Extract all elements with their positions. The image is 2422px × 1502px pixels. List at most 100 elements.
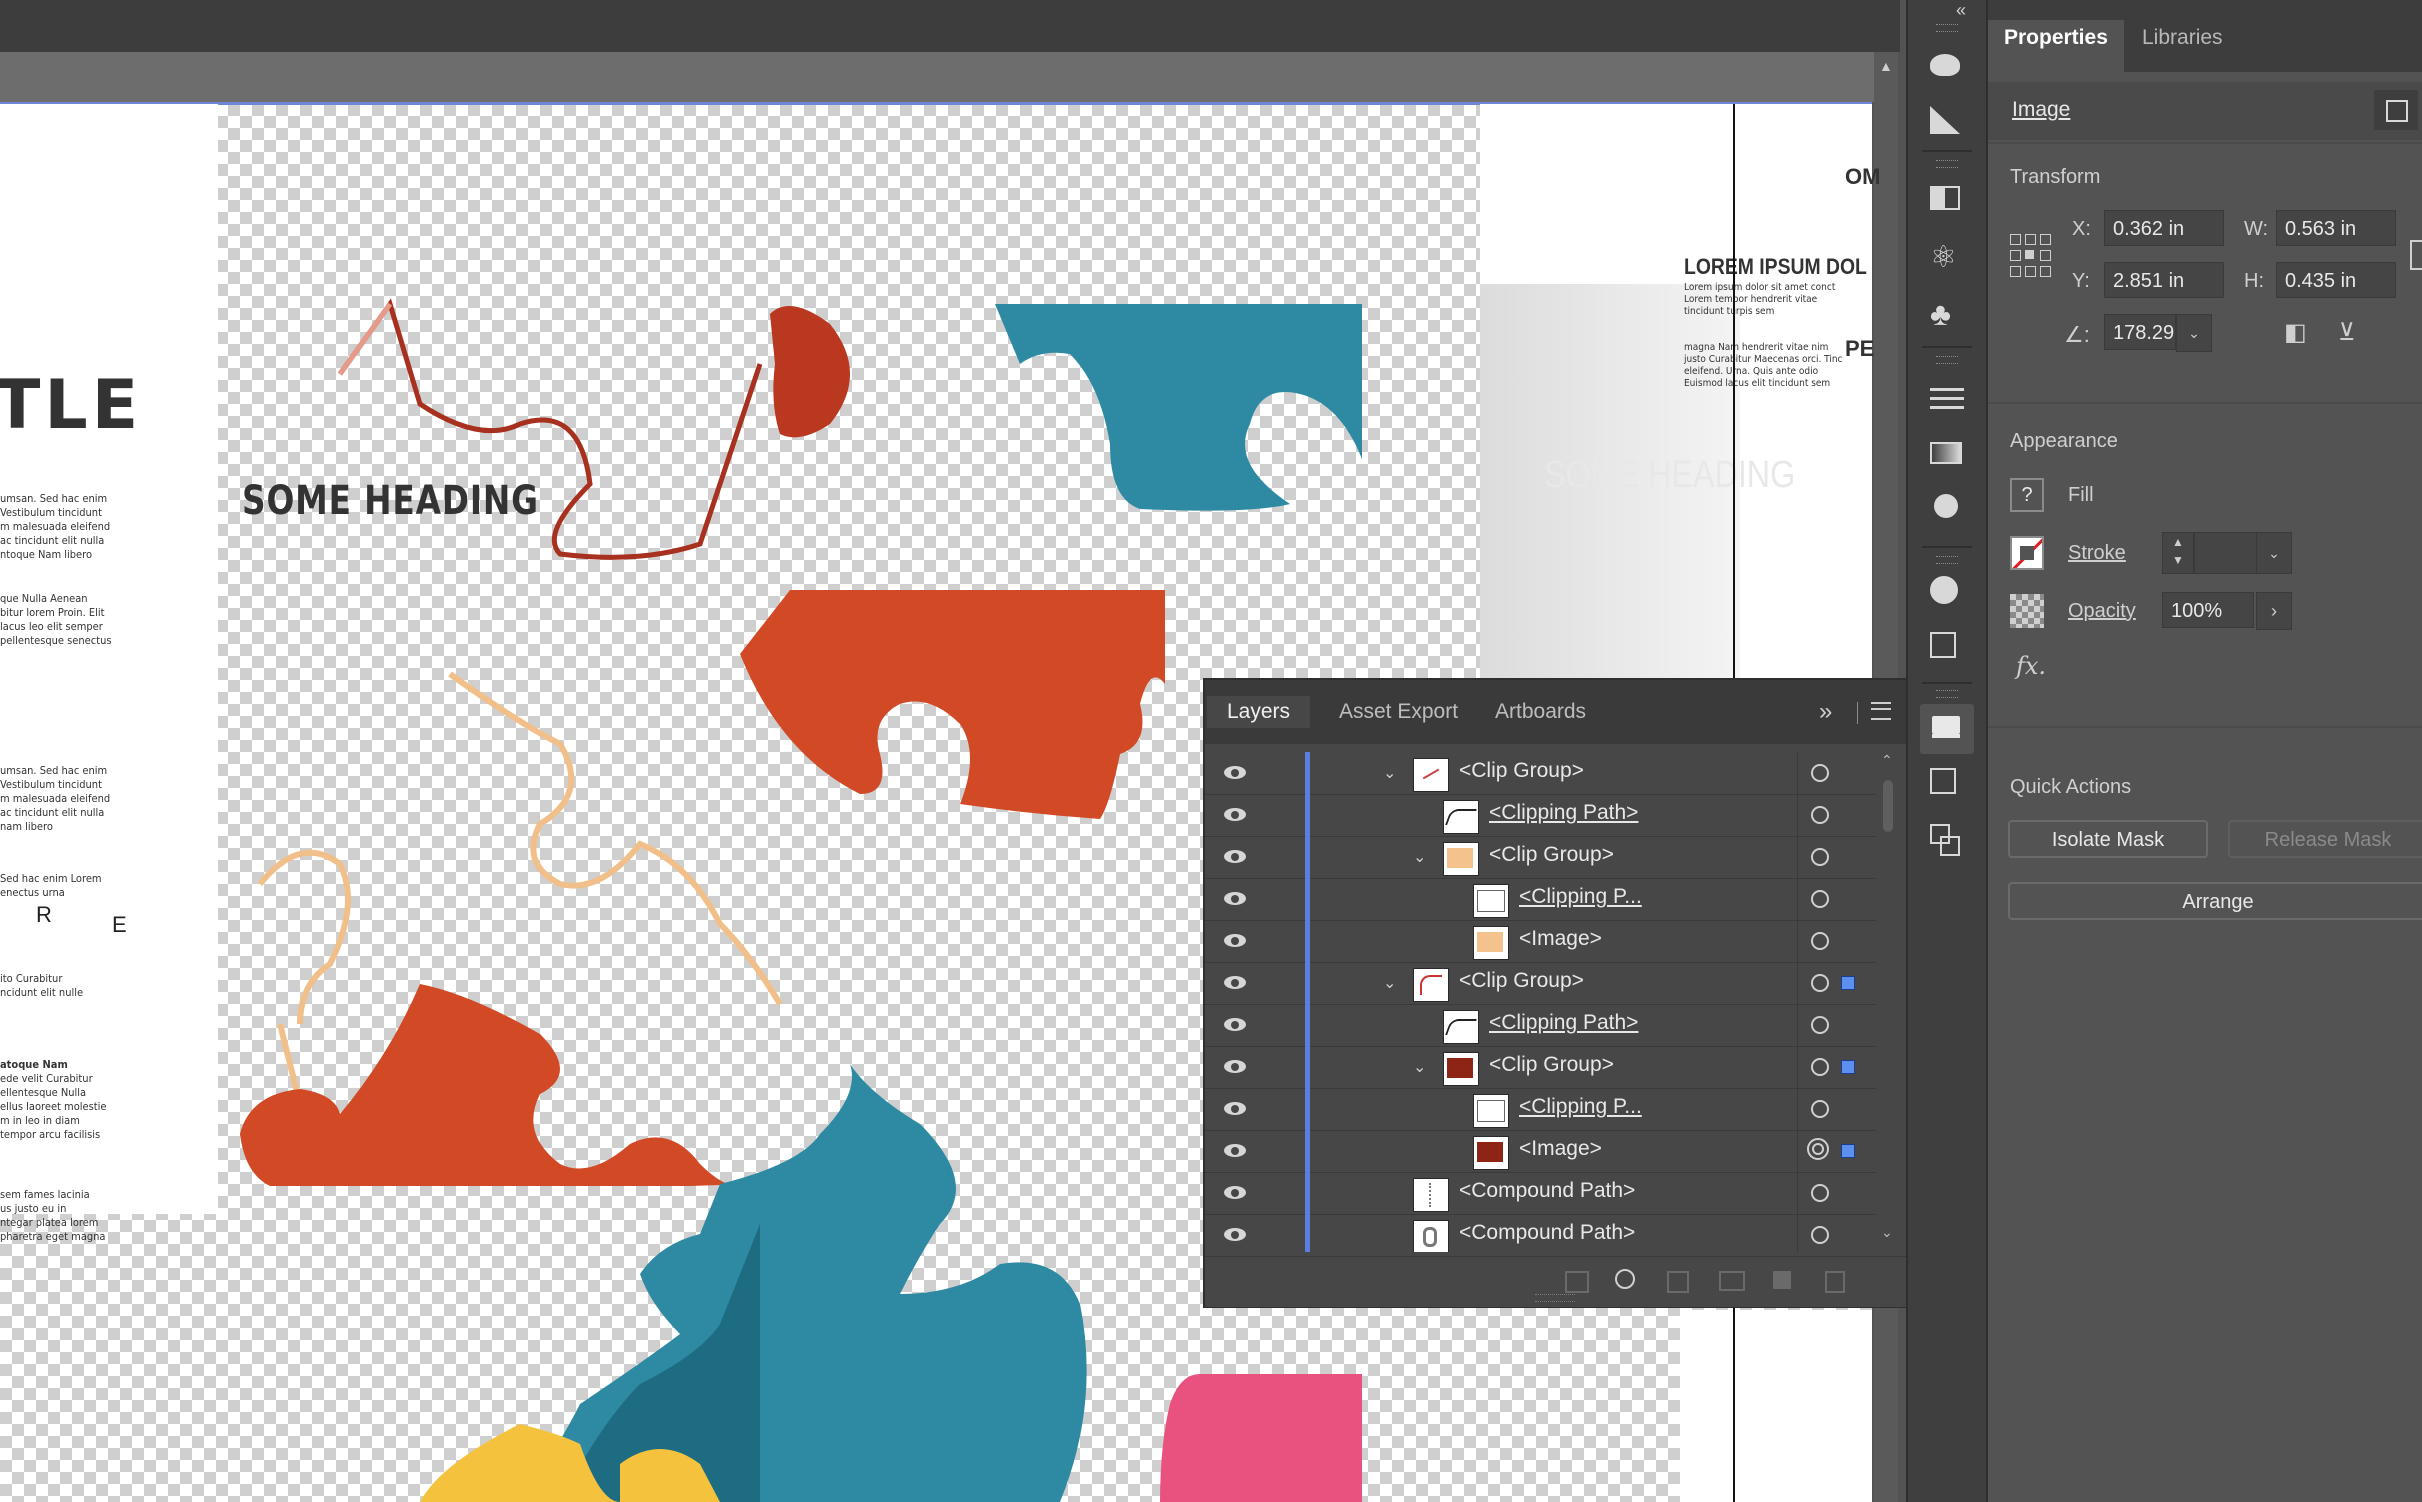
lock-column[interactable] (1263, 920, 1293, 962)
target-circle-icon[interactable] (1811, 1184, 1829, 1202)
selection-indicator[interactable] (1841, 1144, 1855, 1158)
export-icon[interactable] (1565, 1271, 1589, 1293)
x-field[interactable]: 0.362 in (2104, 210, 2224, 246)
lock-column[interactable] (1263, 1046, 1293, 1088)
h-field[interactable]: 0.435 in (2276, 262, 2396, 298)
target-indicator-icon[interactable] (1807, 1138, 1829, 1160)
layer-name[interactable]: <Image> (1519, 1137, 1602, 1161)
arrange-button[interactable]: Arrange (2008, 882, 2422, 920)
reference-point-icon[interactable] (2010, 234, 2051, 277)
panel-collapse-icon[interactable]: » (1819, 698, 1832, 726)
layers-panel-icon-active[interactable] (1920, 704, 1974, 754)
visibility-eye-icon[interactable] (1223, 1055, 1249, 1079)
layer-name[interactable]: <Clip Group> (1459, 759, 1584, 783)
visibility-eye-icon[interactable] (1223, 761, 1249, 785)
layer-name[interactable]: <Clip Group> (1489, 1053, 1614, 1077)
scroll-up-chevron-icon[interactable]: ⌃ (1881, 752, 1893, 769)
layer-row[interactable]: <Clipping P... (1205, 878, 1876, 921)
lock-column[interactable] (1263, 962, 1293, 1004)
swatches-icon[interactable] (1930, 186, 1964, 220)
opacity-field[interactable]: 100% (2162, 592, 2254, 628)
new-layer-icon[interactable] (1773, 1271, 1791, 1289)
y-field[interactable]: 2.851 in (2104, 262, 2224, 298)
lock-column[interactable] (1263, 878, 1293, 920)
scroll-down-chevron-icon[interactable]: ⌄ (1881, 1224, 1893, 1241)
target-circle-icon[interactable] (1811, 932, 1829, 950)
stroke-panel-icon[interactable] (1930, 382, 1964, 416)
transparency-panel-icon[interactable] (1930, 494, 1964, 528)
release-mask-button[interactable]: Release Mask (2228, 820, 2422, 858)
layer-name[interactable]: <Clipping Path> (1489, 1011, 1638, 1035)
locate-object-icon[interactable] (1615, 1269, 1635, 1289)
collect-new-layer-icon[interactable] (1719, 1271, 1745, 1291)
expand-chevron-icon[interactable]: ⌄ (1413, 847, 1431, 866)
gradient-panel-icon[interactable] (1930, 438, 1964, 472)
visibility-eye-icon[interactable] (1223, 887, 1249, 911)
layer-name[interactable]: <Clipping Path> (1489, 801, 1638, 825)
layer-name[interactable]: <Compound Path> (1459, 1221, 1635, 1245)
opacity-expand-chevron-icon[interactable]: › (2256, 592, 2292, 630)
strip-grip[interactable] (1936, 24, 1958, 32)
collapse-panels-icon[interactable]: « (1956, 0, 1966, 21)
lock-column[interactable] (1263, 752, 1293, 794)
strip-grip[interactable] (1936, 356, 1958, 364)
target-circle-icon[interactable] (1811, 1016, 1829, 1034)
flip-vertical-icon[interactable]: ⊻ (2338, 318, 2356, 347)
tab-artboards[interactable]: Artboards (1481, 696, 1600, 728)
target-circle-icon[interactable] (1811, 848, 1829, 866)
target-circle-icon[interactable] (1811, 1058, 1829, 1076)
lock-column[interactable] (1263, 1004, 1293, 1046)
layer-name[interactable]: <Compound Path> (1459, 1179, 1635, 1203)
fx-effects-icon[interactable]: fx. (2016, 652, 2046, 680)
layer-row[interactable]: ⌄ <Clip Group> (1205, 1046, 1876, 1089)
opacity-label[interactable]: Opacity (2068, 600, 2136, 623)
visibility-eye-icon[interactable] (1223, 1013, 1249, 1037)
appearance-panel-icon[interactable] (1930, 576, 1964, 610)
asset-export-icon[interactable] (1930, 768, 1964, 802)
lock-column[interactable] (1263, 1130, 1293, 1172)
layers-scroll-thumb[interactable] (1883, 780, 1893, 832)
layer-row[interactable]: <Clipping P... (1205, 1088, 1876, 1131)
tab-layers[interactable]: Layers (1207, 696, 1311, 728)
layers-scrollbar[interactable]: ⌃ ⌄ (1877, 752, 1899, 1252)
fill-swatch-unknown-icon[interactable]: ? (2010, 478, 2044, 512)
lock-column[interactable] (1263, 1214, 1293, 1252)
expand-chevron-icon[interactable]: ⌄ (1383, 973, 1401, 992)
selection-indicator[interactable] (1841, 1060, 1855, 1074)
layer-row[interactable]: <Compound Path> (1205, 1214, 1876, 1252)
isolate-mask-button[interactable]: Isolate Mask (2008, 820, 2208, 858)
stroke-weight-dropdown-chevron-icon[interactable]: ⌄ (2256, 532, 2292, 574)
scroll-up-chevron-icon[interactable]: ▲ (1879, 58, 1893, 74)
w-field[interactable]: 0.563 in (2276, 210, 2396, 246)
expand-chevron-icon[interactable]: ⌄ (1413, 1057, 1431, 1076)
symbols-icon[interactable]: ⚛ (1930, 240, 1964, 274)
expand-chevron-icon[interactable]: ⌄ (1383, 763, 1401, 782)
color-palette-icon[interactable] (1930, 48, 1964, 82)
panel-menu-icon[interactable] (1871, 702, 1891, 720)
visibility-eye-icon[interactable] (1223, 1223, 1249, 1247)
target-circle-icon[interactable] (1811, 890, 1829, 908)
color-guide-icon[interactable] (1930, 106, 1964, 140)
layer-row[interactable]: <Compound Path> (1205, 1172, 1876, 1215)
visibility-eye-icon[interactable] (1223, 929, 1249, 953)
make-clip-mask-icon[interactable] (1667, 1271, 1689, 1293)
trash-icon[interactable] (1825, 1271, 1845, 1293)
layer-row[interactable]: ⌄ <Clip Group> (1205, 752, 1876, 795)
layer-name[interactable]: <Image> (1519, 927, 1602, 951)
layer-name[interactable]: <Clipping P... (1519, 885, 1642, 909)
layer-name[interactable]: <Clip Group> (1489, 843, 1614, 867)
tab-libraries[interactable]: Libraries (2126, 20, 2239, 56)
visibility-eye-icon[interactable] (1223, 803, 1249, 827)
layer-row[interactable]: <Clipping Path> (1205, 1004, 1876, 1047)
visibility-eye-icon[interactable] (1223, 1097, 1249, 1121)
layer-row[interactable]: <Clipping Path> (1205, 794, 1876, 837)
target-circle-icon[interactable] (1811, 974, 1829, 992)
transform-panel-icon[interactable] (1930, 632, 1964, 666)
visibility-eye-icon[interactable] (1223, 1139, 1249, 1163)
puzzle-artwork[interactable] (0, 104, 1380, 1502)
selection-indicator[interactable] (1841, 976, 1855, 990)
visibility-eye-icon[interactable] (1223, 845, 1249, 869)
layer-row[interactable]: ⌄ <Clip Group> (1205, 836, 1876, 879)
stroke-weight-field[interactable] (2194, 532, 2258, 574)
target-circle-icon[interactable] (1811, 806, 1829, 824)
